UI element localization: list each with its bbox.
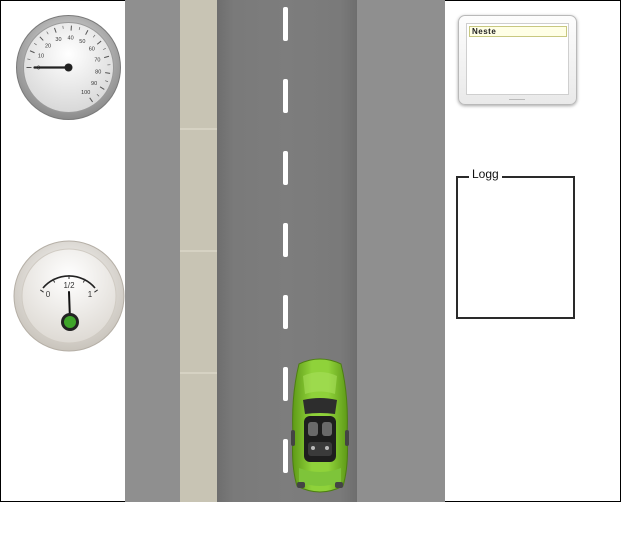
next-panel-notch [509, 99, 525, 103]
lane-dash [283, 151, 288, 185]
speedometer-tick [105, 73, 110, 74]
left-curb [180, 0, 217, 502]
lane-dash [283, 511, 288, 545]
speedometer-tick-label: 10 [38, 54, 44, 60]
speedometer-tick-label: 50 [79, 39, 85, 45]
speedometer-tick-label: 90 [91, 81, 97, 87]
speedometer-tick-label: 40 [68, 36, 74, 42]
player-car[interactable] [289, 356, 351, 496]
right-shoulder [357, 0, 445, 502]
lane-dash [283, 223, 288, 257]
lane-dash [283, 439, 288, 473]
lane-dash [283, 7, 288, 41]
lane-dash [283, 367, 288, 401]
next-panel: Neste [458, 15, 577, 105]
speedometer-tick-label: 30 [55, 37, 61, 43]
next-panel-label: Neste [469, 26, 567, 37]
speedometer-gauge: 0102030405060708090100 [15, 14, 122, 121]
log-panel-label: Logg [469, 167, 502, 181]
lane-dash [283, 295, 288, 329]
fuel-indicator-light [64, 316, 76, 328]
road [125, 0, 445, 502]
speedometer-tick-label: 70 [94, 57, 100, 63]
fuel-label-half: 1/2 [63, 281, 75, 290]
log-panel [456, 176, 575, 319]
lane-dash [283, 79, 288, 113]
speedometer-tick-label: 100 [81, 90, 90, 96]
speedometer-tick-label: 80 [95, 70, 101, 76]
fuel-label-full: 1 [88, 290, 93, 299]
next-panel-screen: Neste [466, 23, 569, 95]
fuel-gauge: 0 1/2 1 [13, 240, 125, 352]
speedometer-tick-label: 20 [45, 44, 51, 50]
fuel-label-empty: 0 [46, 290, 51, 299]
left-shoulder [125, 0, 180, 502]
speedometer-tick-label: 60 [89, 47, 95, 53]
